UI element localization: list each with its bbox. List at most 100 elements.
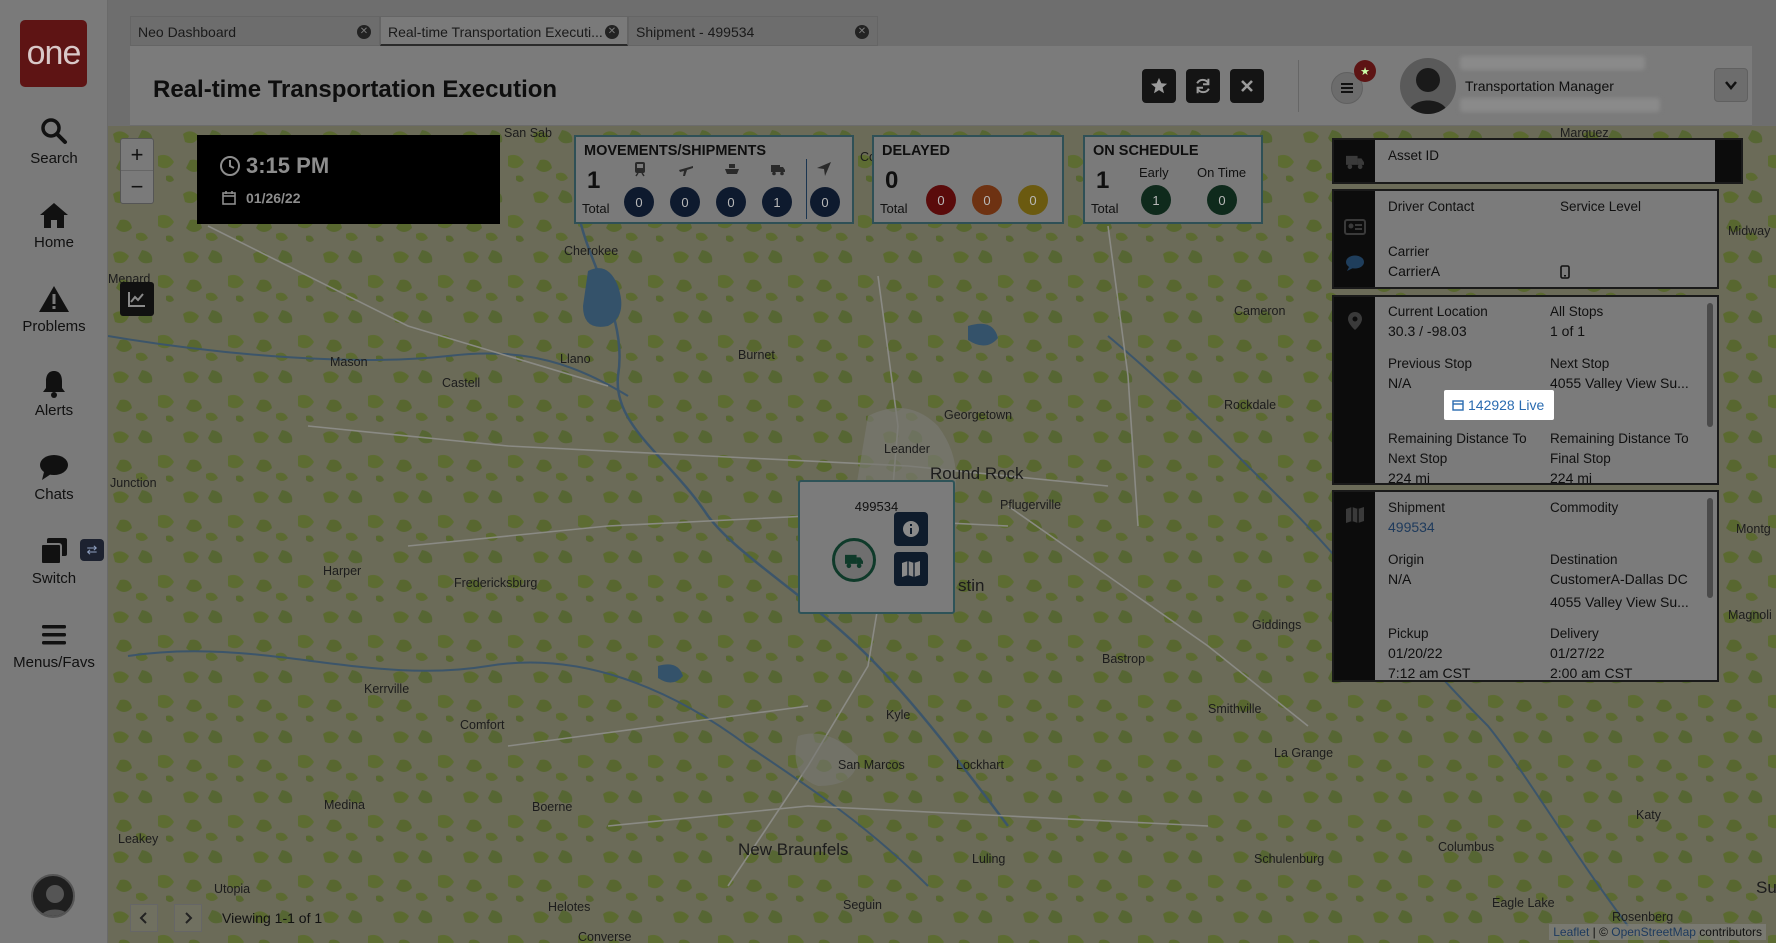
kpi-on-time-count[interactable]: 0 [1207,185,1237,215]
clock-panel: 3:15 PM 01/26/22 [197,135,500,224]
map-label: Giddings [1252,618,1302,632]
shipment-panel-scrollbar[interactable] [1707,498,1713,598]
menu-icon [42,625,66,645]
chart-toggle-button[interactable] [120,282,154,316]
kpi-delay-level-count[interactable]: 0 [926,185,956,215]
map-label: Junction [110,476,157,490]
kpi-total-value: 0 [885,167,899,194]
app-logo[interactable]: one [20,20,87,87]
kpi-delayed[interactable]: DELAYED 0 Total 0 0 0 [872,135,1064,224]
map-label: Medina [324,798,365,812]
nav-label: Home [33,234,74,251]
map-label: Utopia [214,882,251,896]
close-icon[interactable]: ✕ [855,25,869,39]
tab-neo-dashboard[interactable]: Neo Dashboard ✕ [130,16,380,46]
destination-value-1: CustomerA-Dallas DC [1550,571,1688,587]
kpi-delay-level-count[interactable]: 0 [972,185,1002,215]
map-label: Castell [442,376,481,390]
zoom-out-button[interactable]: − [121,171,153,203]
map-label: Boerne [532,800,573,814]
map-label: Eagle Lake [1492,896,1555,910]
kpi-mode-count[interactable]: 0 [624,187,654,217]
page-header: Real-time Transportation Execution ★ Tra… [130,46,1752,126]
info-icon [903,521,919,537]
kpi-mode-count[interactable]: 0 [716,187,746,217]
mobile-phone-icon[interactable] [1560,265,1570,279]
switch-arrows-icon[interactable]: ⇄ [80,539,104,561]
previous-stop-value: N/A [1388,375,1412,391]
chevron-right-icon [185,912,193,924]
shipment-label: Shipment [1388,500,1446,515]
map-label: Burnet [738,348,775,362]
destination-value-2: 4055 Valley View Su... [1550,594,1689,610]
map-label: Magnoli [1728,608,1772,622]
switch-windows-icon [40,538,67,565]
osm-link[interactable]: OpenStreetMap [1611,925,1696,939]
remaining-final-label-1: Remaining Distance To [1550,431,1689,446]
kpi-on-schedule[interactable]: ON SCHEDULE 1 Total Early On Time 1 0 [1083,135,1263,224]
shipment-id-link[interactable]: 499534 [1388,519,1435,535]
remaining-final-value: 224 mi [1550,470,1593,485]
shipment-route-button[interactable] [894,552,928,586]
nav-problems[interactable]: Problems [0,284,108,335]
shipment-popup[interactable]: 499534 [798,480,955,614]
pickup-time: 7:12 am CST [1388,665,1471,681]
close-icon [1241,80,1253,92]
kpi-delay-level-count[interactable]: 0 [1018,185,1048,215]
header-divider [1298,60,1299,112]
early-label: Early [1139,165,1169,180]
page-title: Real-time Transportation Execution [153,76,558,103]
tab-label: Shipment - 499534 [636,24,755,40]
nav-alerts[interactable]: Alerts [0,368,108,419]
kpi-early-count[interactable]: 1 [1141,185,1171,215]
nav-menus-favs[interactable]: Menus/Favs [0,620,108,671]
chat-icon[interactable] [1345,254,1365,272]
list-icon [1341,83,1353,93]
tab-bar: Neo Dashboard ✕ Real-time Transportation… [130,16,878,46]
leaflet-link[interactable]: Leaflet [1553,925,1589,939]
all-stops-label: All Stops [1550,304,1604,319]
location-panel-scrollbar[interactable] [1707,303,1713,427]
close-icon[interactable]: ✕ [605,25,619,39]
shipment-strip [1334,492,1375,680]
map-label: Llano [560,352,591,366]
driver-contact-label: Driver Contact [1388,199,1475,214]
chevron-left-icon [139,912,147,924]
user-avatar[interactable] [1400,58,1456,114]
map-label: La Grange [1274,746,1334,760]
truck-icon [771,165,785,176]
kpi-mode-count[interactable]: 0 [670,187,700,217]
nav-label: Alerts [34,402,74,419]
tab-shipment-499534[interactable]: Shipment - 499534 ✕ [628,16,878,46]
map-label: Fredericksburg [454,576,538,590]
destination-label: Destination [1550,552,1618,567]
calendar-icon [1452,400,1464,411]
user-menu-dropdown[interactable] [1714,68,1748,102]
map-label: San Marcos [838,758,905,772]
live-tracking-link[interactable]: 142928 Live [1444,390,1554,420]
shipment-marker[interactable] [832,538,876,582]
nav-user-avatar[interactable] [31,874,75,918]
tab-label: Real-time Transportation Executi... [388,24,603,40]
close-page-button[interactable] [1230,69,1264,103]
kpi-mode-count[interactable]: 0 [810,187,840,217]
favorite-button[interactable] [1142,69,1176,103]
zoom-in-button[interactable]: + [121,139,153,171]
delivery-date: 01/27/22 [1550,645,1605,661]
kpi-total-value: 1 [1096,167,1110,194]
map-label: Harper [323,564,362,578]
nav-search[interactable]: Search [0,116,108,167]
ship-icon [725,164,739,174]
truck-icon [845,554,863,569]
kpi-mode-count[interactable]: 1 [762,187,792,217]
next-page-button[interactable] [174,904,202,932]
tab-realtime-transportation[interactable]: Real-time Transportation Executi... ✕ [380,16,628,46]
prev-page-button[interactable] [130,904,158,932]
shipment-info-button[interactable] [894,512,928,546]
popup-shipment-id: 499534 [854,499,899,514]
nav-home[interactable]: Home [0,200,108,251]
close-icon[interactable]: ✕ [357,25,371,39]
nav-chats[interactable]: Chats [0,452,108,503]
kpi-movements[interactable]: MOVEMENTS/SHIPMENTS 1 Total 0 0 0 1 0 [574,135,854,224]
refresh-button[interactable] [1186,69,1220,103]
